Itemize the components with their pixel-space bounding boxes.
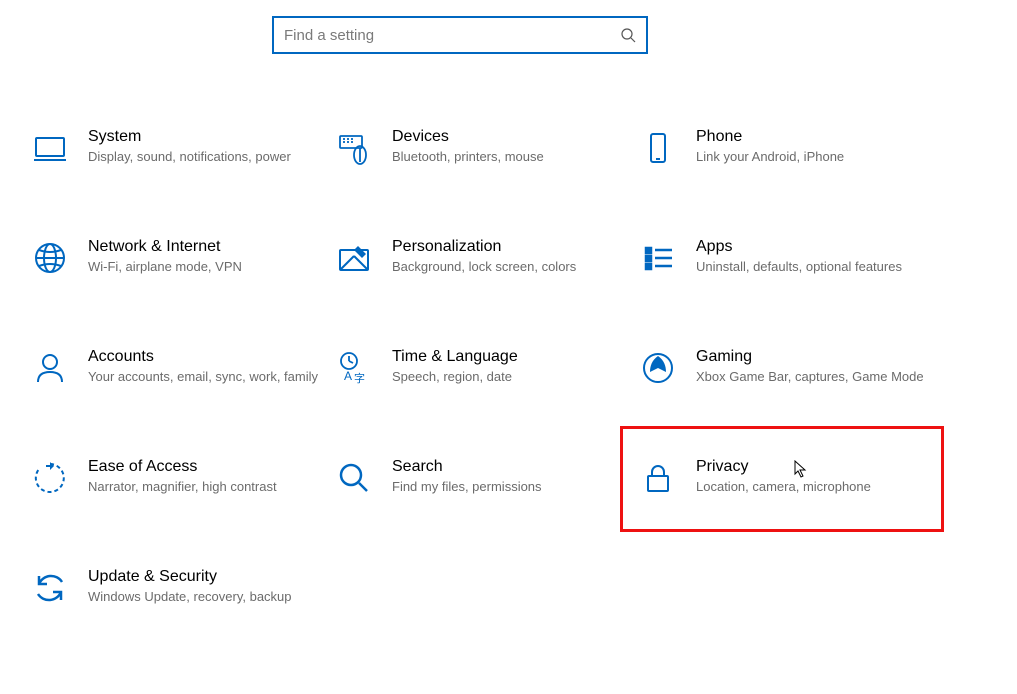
tile-search[interactable]: Search Find my files, permissions — [328, 454, 628, 502]
magnifier-icon — [334, 458, 374, 498]
svg-text:A: A — [344, 369, 352, 383]
accounts-icon — [30, 348, 70, 388]
tile-title: Privacy — [696, 458, 926, 476]
tile-ease-of-access[interactable]: Ease of Access Narrator, magnifier, high… — [24, 454, 324, 502]
tile-network[interactable]: Network & Internet Wi-Fi, airplane mode,… — [24, 234, 324, 282]
tile-desc: Your accounts, email, sync, work, family — [88, 368, 318, 386]
tile-desc: Speech, region, date — [392, 368, 622, 386]
tile-phone[interactable]: Phone Link your Android, iPhone — [632, 124, 932, 172]
tile-apps[interactable]: Apps Uninstall, defaults, optional featu… — [632, 234, 932, 282]
tile-title: System — [88, 128, 318, 146]
tile-title: Ease of Access — [88, 458, 318, 476]
tile-time-language[interactable]: A 字 Time & Language Speech, region, date — [328, 344, 628, 392]
tile-accounts[interactable]: Accounts Your accounts, email, sync, wor… — [24, 344, 324, 392]
globe-icon — [30, 238, 70, 278]
tile-desc: Uninstall, defaults, optional features — [696, 258, 926, 276]
tile-desc: Display, sound, notifications, power — [88, 148, 318, 166]
tile-title: Network & Internet — [88, 238, 318, 256]
tile-desc: Wi-Fi, airplane mode, VPN — [88, 258, 318, 276]
time-language-icon: A 字 — [334, 348, 374, 388]
apps-icon — [638, 238, 678, 278]
tile-desc: Background, lock screen, colors — [392, 258, 622, 276]
tile-desc: Location, camera, microphone — [696, 478, 926, 496]
system-icon — [30, 128, 70, 168]
tile-personalization[interactable]: Personalization Background, lock screen,… — [328, 234, 628, 282]
tile-desc: Bluetooth, printers, mouse — [392, 148, 622, 166]
devices-icon — [334, 128, 374, 168]
tile-title: Search — [392, 458, 622, 476]
tile-gaming[interactable]: Gaming Xbox Game Bar, captures, Game Mod… — [632, 344, 932, 392]
search-input[interactable] — [284, 27, 620, 44]
search-box[interactable] — [272, 16, 648, 54]
tile-devices[interactable]: Devices Bluetooth, printers, mouse — [328, 124, 628, 172]
search-icon — [620, 27, 636, 43]
ease-of-access-icon — [30, 458, 70, 498]
tile-title: Update & Security — [88, 568, 318, 586]
tile-title: Phone — [696, 128, 926, 146]
phone-icon — [638, 128, 678, 168]
tile-title: Apps — [696, 238, 926, 256]
tile-title: Time & Language — [392, 348, 622, 366]
tile-title: Personalization — [392, 238, 622, 256]
tile-title: Gaming — [696, 348, 926, 366]
tile-title: Accounts — [88, 348, 318, 366]
update-icon — [30, 568, 70, 608]
settings-grid: System Display, sound, notifications, po… — [24, 124, 993, 612]
tile-desc: Link your Android, iPhone — [696, 148, 926, 166]
gaming-icon — [638, 348, 678, 388]
tile-privacy[interactable]: Privacy Location, camera, microphone — [622, 428, 942, 530]
tile-desc: Windows Update, recovery, backup — [88, 588, 318, 606]
lock-icon — [638, 458, 678, 498]
tile-update-security[interactable]: Update & Security Windows Update, recove… — [24, 564, 324, 612]
tile-desc: Xbox Game Bar, captures, Game Mode — [696, 368, 926, 386]
tile-desc: Narrator, magnifier, high contrast — [88, 478, 318, 496]
tile-desc: Find my files, permissions — [392, 478, 622, 496]
personalization-icon — [334, 238, 374, 278]
tile-title: Devices — [392, 128, 622, 146]
svg-text:字: 字 — [354, 371, 365, 385]
tile-system[interactable]: System Display, sound, notifications, po… — [24, 124, 324, 172]
